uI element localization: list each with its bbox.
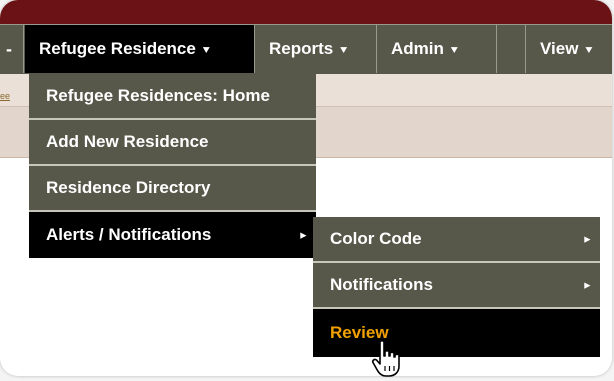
nav-overflow-item[interactable]: - (0, 25, 24, 73)
nav-admin[interactable]: Admin ⯆ (377, 25, 497, 73)
nav-overflow-glyph: - (6, 38, 12, 59)
main-navbar: - Refugee Residence ⯆ Reports ⯆ Admin ⯆ … (0, 24, 612, 75)
nav-reports[interactable]: Reports ⯆ (255, 25, 377, 73)
chevron-right-icon: ▸ (584, 233, 590, 246)
menu-item-residences-home[interactable]: Refugee Residences: Home (29, 74, 316, 120)
submenu-item-review[interactable]: Review (313, 309, 600, 357)
nav-label: View (540, 39, 579, 58)
caret-down-icon: ⯆ (339, 44, 349, 57)
menu-item-label: Color Code (330, 229, 422, 248)
nav-label: Refugee Residence (39, 39, 196, 58)
menu-item-label: Residence Directory (46, 178, 211, 197)
nav-view[interactable]: View ⯆ (526, 25, 612, 73)
submenu-item-notifications[interactable]: Notifications ▸ (313, 263, 600, 309)
app-window: - Refugee Residence ⯆ Reports ⯆ Admin ⯆ … (0, 0, 612, 376)
chevron-right-icon: ▸ (584, 279, 590, 292)
brand-bar (0, 0, 612, 24)
caret-down-icon: ⯆ (201, 44, 211, 57)
breadcrumb-link[interactable]: ee (0, 91, 10, 101)
hand-pointer-icon (371, 340, 400, 377)
nav-refugee-residence[interactable]: Refugee Residence ⯆ (25, 25, 255, 73)
chevron-right-icon: ▸ (300, 229, 306, 242)
caret-down-icon: ⯆ (449, 44, 459, 57)
nav-label: Reports (269, 39, 334, 58)
menu-item-label: Refugee Residences: Home (46, 86, 270, 105)
nav-label: Admin (391, 39, 444, 58)
submenu-item-color-code[interactable]: Color Code ▸ (313, 217, 600, 263)
menu-item-add-new-residence[interactable]: Add New Residence (29, 120, 316, 166)
menu-item-residence-directory[interactable]: Residence Directory (29, 166, 316, 212)
menu-item-label: Add New Residence (46, 132, 209, 151)
nav-empty-item[interactable] (497, 25, 526, 73)
menu-item-label: Notifications (330, 275, 433, 294)
caret-down-icon: ⯆ (584, 44, 594, 57)
menu-item-label: Alerts / Notifications (46, 225, 212, 244)
menu-item-alerts-notifications[interactable]: Alerts / Notifications ▸ (29, 212, 316, 258)
